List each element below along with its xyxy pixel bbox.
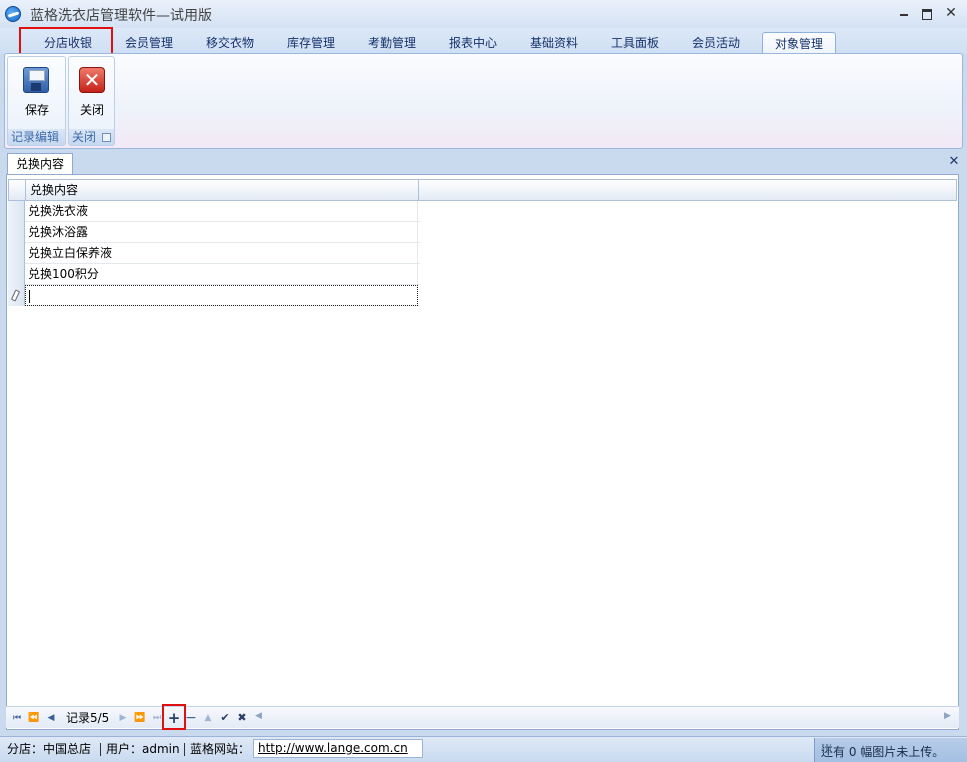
tab-object-management[interactable]: 对象管理 (762, 32, 836, 54)
row-indicator[interactable] (8, 285, 25, 306)
row-indicator-header (9, 180, 26, 200)
status-bar: 分店：中国总店 用户：admin 蓝格网站： http://www.lange.… (0, 736, 967, 762)
status-user: 用户：admin (106, 742, 180, 756)
row-indicator[interactable] (8, 264, 25, 285)
confirm-edit-icon[interactable]: ✔ (218, 711, 232, 725)
edit-record-icon[interactable]: ▲ (201, 711, 215, 725)
scroll-left-icon[interactable]: ◀ (255, 711, 262, 721)
table-row[interactable]: 兑换立白保养液 (8, 243, 420, 264)
row-indicator[interactable] (8, 222, 25, 243)
table-cell[interactable]: 兑换洗衣液 (25, 201, 418, 222)
grid-header: 兑换内容 (8, 179, 957, 201)
tab-member-activity[interactable]: 会员活动 (684, 32, 748, 54)
minimize-button[interactable] (893, 4, 915, 22)
prev-record-icon[interactable]: ◀ (44, 711, 58, 725)
tab-attendance[interactable]: 考勤管理 (360, 32, 424, 54)
save-button[interactable]: 保存 (17, 63, 57, 119)
status-separator (184, 743, 185, 756)
window-title: 蓝格洗衣店管理软件—试用版 (30, 8, 212, 24)
row-indicator[interactable] (8, 201, 25, 222)
tab-branch-cashier[interactable]: 分店收银 (32, 32, 104, 54)
record-counter: 记录5/5 (66, 711, 110, 725)
tab-inventory[interactable]: 库存管理 (279, 32, 343, 54)
upload-notice: 还有 0 幅图片未上传。 (821, 745, 945, 759)
delete-record-icon[interactable]: − (184, 711, 198, 725)
tab-report-center[interactable]: 报表中心 (441, 32, 505, 54)
grid-body: 兑换洗衣液 兑换沐浴露 兑换立白保养液 兑换100积分 (8, 201, 420, 306)
upload-status-panel: 还有 0 幅图片未上传。 (814, 738, 967, 762)
add-record-icon[interactable]: + (167, 711, 181, 726)
column-header-exchange-content[interactable]: 兑换内容 (26, 180, 419, 200)
cancel-edit-icon[interactable]: ✖ (235, 711, 249, 725)
dialog-launcher-icon[interactable] (102, 133, 111, 142)
close-button[interactable]: ✕ 关闭 (72, 63, 112, 119)
pencil-icon (10, 289, 21, 302)
new-row[interactable] (8, 285, 420, 306)
maximize-button[interactable] (916, 4, 938, 22)
save-button-label: 保存 (24, 103, 49, 117)
website-link[interactable]: http://www.lange.com.cn (253, 739, 423, 758)
document-close-icon[interactable]: ✕ (947, 155, 961, 169)
close-icon: ✕ (79, 67, 105, 93)
ribbon-group-close: ✕ 关闭 关闭 (68, 56, 115, 146)
status-site-label: 蓝格网站： (190, 742, 251, 756)
ribbon-tab-strip: 分店收银 会员管理 移交衣物 库存管理 考勤管理 报表中心 基础资料 工具面板 … (0, 28, 967, 54)
table-row[interactable]: 兑换沐浴露 (8, 222, 420, 243)
last-record-icon[interactable]: ⏭ (150, 711, 164, 725)
scroll-right-icon[interactable]: ▶ (944, 711, 951, 721)
app-logo-icon (5, 6, 21, 22)
text-caret (29, 290, 30, 303)
table-cell[interactable]: 兑换沐浴露 (25, 222, 418, 243)
new-row-editor[interactable] (25, 285, 418, 306)
document-tab[interactable]: 兑换内容 (7, 153, 73, 175)
resize-grip-icon[interactable] (821, 743, 831, 753)
table-row[interactable]: 兑换100积分 (8, 264, 420, 285)
ribbon-panel: 保存 记录编辑 ✕ 关闭 关闭 (4, 53, 963, 149)
close-button-label: 关闭 (79, 103, 104, 117)
next-page-icon[interactable]: ⏩ (133, 711, 147, 725)
status-branch: 分店：中国总店 (7, 742, 92, 756)
prev-page-icon[interactable]: ⏪ (27, 711, 41, 725)
next-record-icon[interactable]: ▶ (116, 711, 130, 725)
ribbon-group-record-edit: 保存 记录编辑 (7, 56, 66, 146)
table-cell[interactable]: 兑换100积分 (25, 264, 418, 285)
tab-basic-data[interactable]: 基础资料 (522, 32, 586, 54)
ribbon-group-label: 记录编辑 (8, 129, 65, 145)
row-indicator[interactable] (8, 243, 25, 264)
content-area: 兑换内容 兑换洗衣液 兑换沐浴露 兑换立白保养液 兑换100积分 (6, 174, 959, 730)
table-cell[interactable]: 兑换立白保养液 (25, 243, 418, 264)
record-navigator: ⏮ ⏪ ◀ 记录5/5 ▶ ⏩ ⏭ + − ▲ ✔ ✖ ◀ ▶ (6, 706, 959, 728)
tab-member-management[interactable]: 会员管理 (117, 32, 181, 54)
first-record-icon[interactable]: ⏮ (10, 711, 24, 725)
status-separator (100, 743, 101, 756)
tab-tool-panel[interactable]: 工具面板 (603, 32, 667, 54)
tab-transfer-clothes[interactable]: 移交衣物 (198, 32, 262, 54)
close-window-button[interactable]: ✕ (940, 4, 962, 22)
save-icon (23, 67, 49, 93)
table-row[interactable]: 兑换洗衣液 (8, 201, 420, 222)
title-bar: 蓝格洗衣店管理软件—试用版 ✕ (0, 0, 967, 28)
